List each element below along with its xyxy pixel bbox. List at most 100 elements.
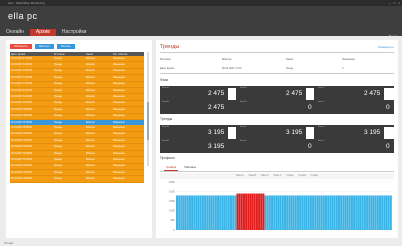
chart-bar[interactable] <box>320 195 323 230</box>
chart-bar[interactable] <box>208 195 211 230</box>
legend-item[interactable]: Сумма <box>298 173 305 179</box>
chart-bar[interactable] <box>176 195 178 230</box>
chart-bar[interactable] <box>234 195 237 230</box>
chart-bar[interactable] <box>318 195 321 230</box>
chart-bar[interactable] <box>331 195 334 230</box>
chart-bar[interactable] <box>355 195 358 230</box>
chart-bar[interactable] <box>309 195 312 230</box>
chart-bar[interactable] <box>204 195 207 230</box>
chart-bar[interactable] <box>299 195 302 230</box>
legend-item[interactable]: Фаза B <box>249 173 257 179</box>
chart-bar-highlight[interactable] <box>262 193 265 230</box>
chart-bar[interactable] <box>353 195 356 230</box>
chart-bar[interactable] <box>327 195 330 230</box>
chart-bar[interactable] <box>344 195 347 230</box>
chart-bar[interactable] <box>372 195 375 230</box>
chart-bar[interactable] <box>281 195 284 230</box>
chart-bar[interactable] <box>329 195 332 230</box>
chart-bar[interactable] <box>389 195 392 230</box>
chart-bar[interactable] <box>273 195 276 230</box>
chart-bar[interactable] <box>305 195 308 230</box>
chart-bar[interactable] <box>180 195 183 230</box>
chart-bar[interactable] <box>338 195 340 230</box>
chart-bar[interactable] <box>225 195 228 230</box>
chart-bar-highlight[interactable] <box>240 193 243 230</box>
chart-bar[interactable] <box>385 195 388 230</box>
print-button[interactable]: Печать <box>56 44 75 49</box>
chart-bar[interactable] <box>333 195 336 230</box>
chart-bar-highlight[interactable] <box>242 193 245 230</box>
nav-online[interactable]: Онлайн <box>0 29 30 36</box>
maximize-icon[interactable]: □ <box>393 1 395 5</box>
chart-bar[interactable] <box>322 195 325 230</box>
chart-bar[interactable] <box>212 195 215 230</box>
chart-bar[interactable] <box>368 195 371 230</box>
nav-settings[interactable]: Настройки <box>56 29 93 36</box>
chart-bar[interactable] <box>199 195 202 230</box>
chart-bar[interactable] <box>379 195 382 230</box>
chart-bar[interactable] <box>230 195 232 230</box>
chart-bar[interactable] <box>303 195 306 230</box>
chart-bar[interactable] <box>232 195 235 230</box>
chart-bar-highlight[interactable] <box>255 193 258 230</box>
chart-bar-highlight[interactable] <box>247 193 250 230</box>
refresh-button[interactable]: Обновить <box>10 44 32 49</box>
chart-bar-highlight[interactable] <box>260 193 263 230</box>
chart-bar[interactable] <box>221 195 224 230</box>
chart-bar[interactable] <box>268 195 271 230</box>
nav-archive[interactable]: Архив <box>29 29 56 36</box>
chart-bar[interactable] <box>314 195 317 230</box>
chart-bar[interactable] <box>188 195 191 230</box>
chart-bar[interactable] <box>374 195 377 230</box>
chart-bar-highlight[interactable] <box>236 193 239 230</box>
chart-bar-highlight[interactable] <box>251 193 254 230</box>
chart-bar[interactable] <box>312 195 315 230</box>
chart-bar[interactable] <box>178 195 181 230</box>
chart-bar[interactable] <box>195 195 198 230</box>
legend-item[interactable]: Сумма <box>286 173 293 179</box>
chart-bar[interactable] <box>275 195 278 230</box>
legend-item[interactable]: Фаза А <box>236 173 244 179</box>
chart-bar[interactable] <box>214 195 217 230</box>
list-scrollbar[interactable] <box>147 52 149 166</box>
chart-bar[interactable] <box>370 195 373 230</box>
chart-bar-highlight[interactable] <box>253 193 256 230</box>
chart-bar[interactable] <box>290 195 293 230</box>
chart-bar[interactable] <box>357 195 360 230</box>
chart-bar[interactable] <box>292 195 295 230</box>
chart-bar[interactable] <box>201 195 204 230</box>
chart-bar[interactable] <box>383 195 386 230</box>
chart-bar[interactable] <box>376 195 379 230</box>
tab-table[interactable]: Таблица <box>182 164 198 170</box>
chart-bar-highlight[interactable] <box>245 193 248 230</box>
chart-bar[interactable] <box>191 195 194 230</box>
chart-bar[interactable] <box>366 195 369 230</box>
chart-bar[interactable] <box>284 195 286 230</box>
chart-bar[interactable] <box>342 195 345 230</box>
chart-bar[interactable] <box>296 195 299 230</box>
chart-bar[interactable] <box>346 195 349 230</box>
chart-bar[interactable] <box>223 195 226 230</box>
chart-bar[interactable] <box>206 195 209 230</box>
expand-link[interactable]: Развернуть <box>378 45 394 49</box>
chart-bar[interactable] <box>286 195 289 230</box>
chart-bar[interactable] <box>227 195 230 230</box>
chart-bar[interactable] <box>210 195 213 230</box>
chart-bar[interactable] <box>316 195 319 230</box>
chart-bar[interactable] <box>288 195 291 230</box>
chart-bar-highlight[interactable] <box>258 193 261 230</box>
chart-bar[interactable] <box>359 195 362 230</box>
chart-bar[interactable] <box>264 195 267 230</box>
chart-bar[interactable] <box>301 195 304 230</box>
chart-bar-highlight[interactable] <box>238 193 241 230</box>
logout-link[interactable]: Выход <box>389 34 398 38</box>
scrollbar-thumb[interactable] <box>147 102 149 140</box>
chart-bar[interactable] <box>361 195 364 230</box>
chart-bar[interactable] <box>279 195 282 230</box>
chart-bar[interactable] <box>186 195 189 230</box>
close-icon[interactable]: × <box>398 1 400 5</box>
chart-bar[interactable] <box>182 195 185 230</box>
chart-bar[interactable] <box>325 195 328 230</box>
export-button[interactable]: Экспорт <box>34 44 54 49</box>
chart-bar-highlight[interactable] <box>249 193 252 230</box>
